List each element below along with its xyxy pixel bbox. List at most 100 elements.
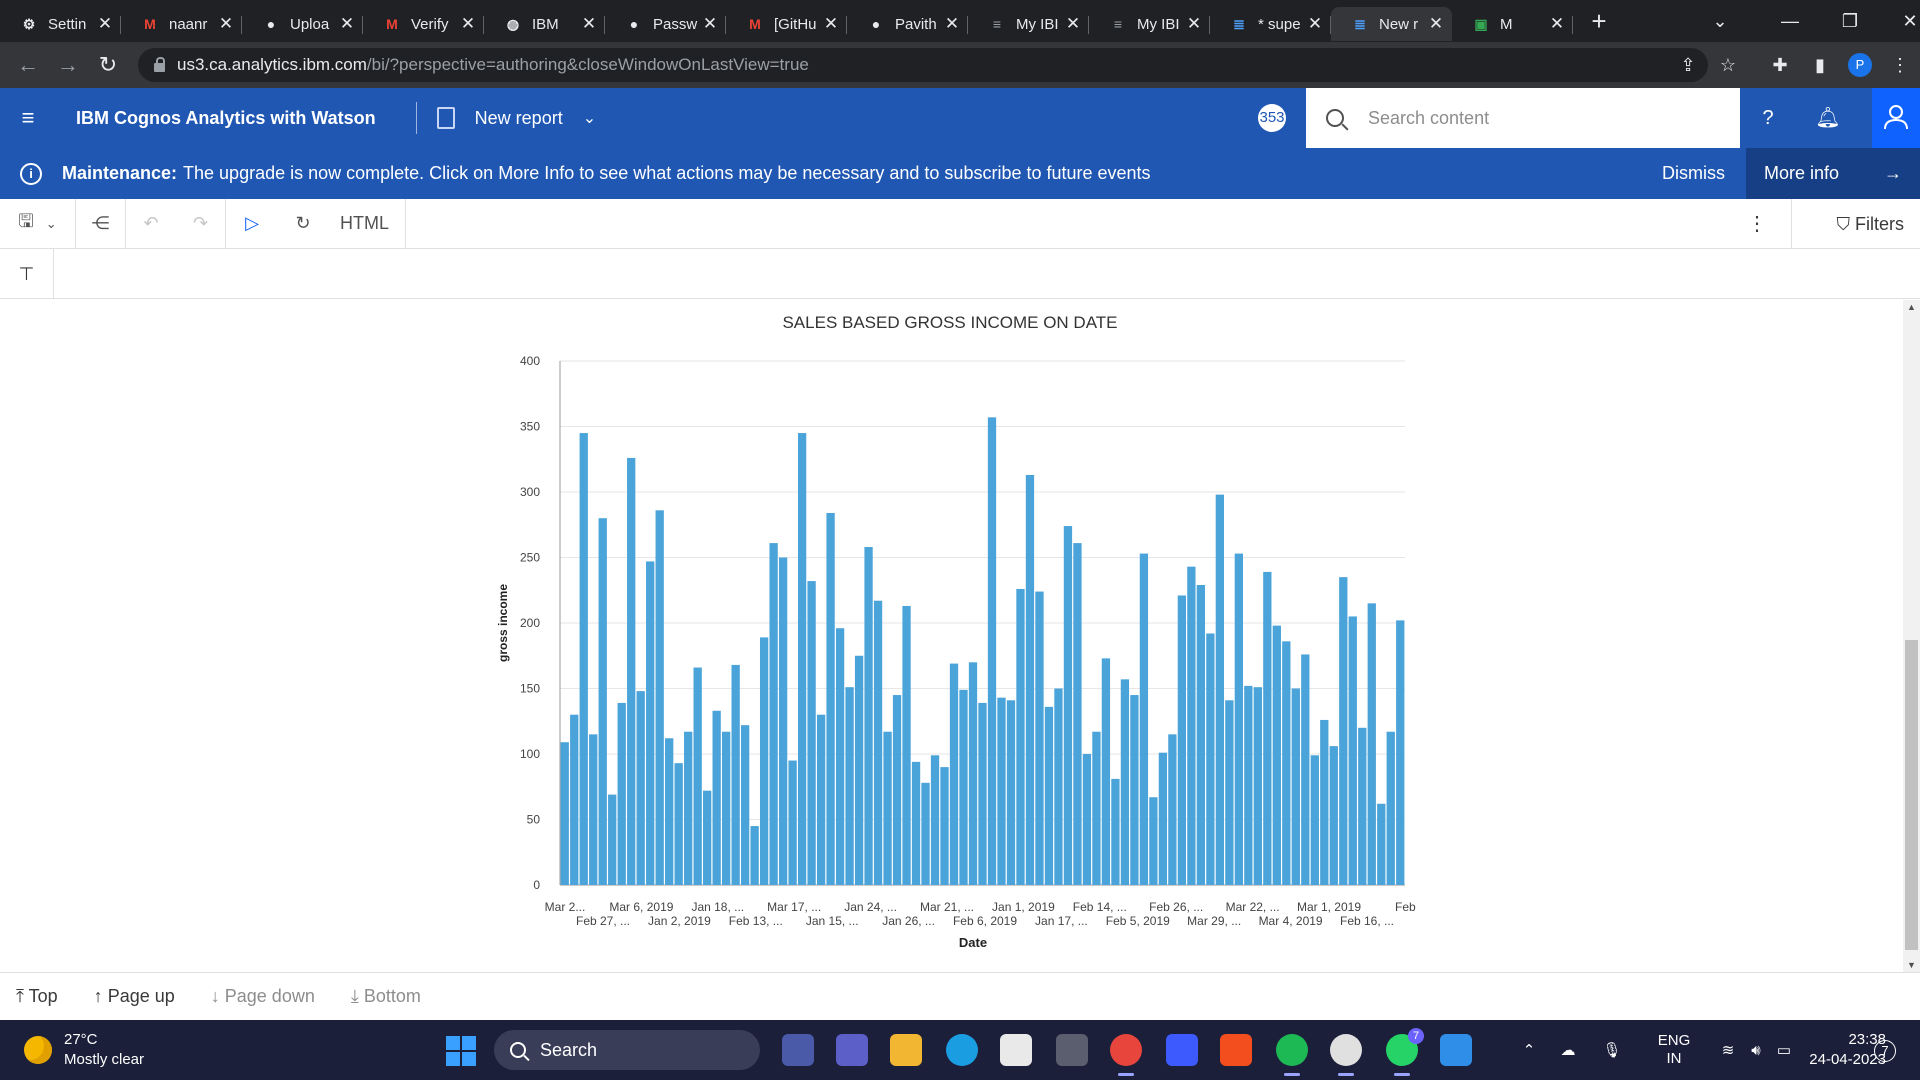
share-icon[interactable]: ⇪ — [1668, 55, 1708, 76]
bar[interactable] — [589, 734, 598, 885]
close-tab-icon[interactable]: ✕ — [1428, 14, 1444, 34]
browser-tab[interactable]: ◍ IBM ✕ — [484, 7, 605, 41]
close-tab-icon[interactable]: ✕ — [460, 14, 476, 34]
clock[interactable]: 23:38 24-04-2023 — [1786, 1030, 1886, 1070]
bar[interactable] — [1063, 526, 1073, 885]
spotify-icon[interactable] — [1276, 1034, 1308, 1076]
bar[interactable] — [1016, 588, 1025, 885]
bar[interactable] — [1244, 685, 1253, 885]
taskbar-search[interactable]: Search — [494, 1030, 760, 1070]
close-tab-icon[interactable]: ✕ — [339, 14, 355, 34]
close-tab-icon[interactable]: ✕ — [702, 14, 718, 34]
bar[interactable] — [693, 667, 702, 885]
bar[interactable] — [570, 714, 579, 885]
onedrive-icon[interactable]: ☁ — [1546, 1041, 1590, 1059]
bar[interactable] — [1149, 797, 1158, 885]
close-window-icon[interactable]: ✕ — [1880, 11, 1920, 32]
bar[interactable] — [1396, 620, 1405, 885]
bar[interactable] — [940, 767, 949, 885]
browser-tab[interactable]: Mnaanr ✕ — [121, 7, 242, 41]
chrome-icon[interactable] — [1110, 1034, 1142, 1076]
bar[interactable] — [892, 695, 902, 885]
scroll-up-arrow-icon[interactable]: ▲ — [1903, 302, 1920, 312]
close-tab-icon[interactable]: ✕ — [823, 14, 839, 34]
scroll-down-arrow-icon[interactable]: ▼ — [1903, 960, 1920, 970]
bar[interactable] — [598, 518, 607, 885]
bar[interactable] — [684, 731, 693, 885]
page-down-button[interactable]: ↓ Page down — [211, 986, 315, 1007]
bar[interactable] — [1054, 688, 1063, 886]
bar[interactable] — [1006, 700, 1016, 885]
browser-tab[interactable]: ▣ M ✕ — [1452, 7, 1573, 41]
bar[interactable] — [1225, 700, 1234, 885]
whatsapp-icon[interactable]: 7 — [1386, 1028, 1424, 1076]
top-button[interactable]: ⤒ Top — [16, 986, 58, 1007]
bar[interactable] — [1291, 688, 1300, 886]
ai-app-icon[interactable] — [1166, 1034, 1198, 1066]
chevron-up-icon[interactable]: ⌃ — [1512, 1041, 1546, 1059]
close-tab-icon[interactable]: ✕ — [218, 14, 234, 34]
report-title[interactable]: New report — [475, 108, 563, 129]
bar[interactable] — [864, 547, 873, 885]
close-tab-icon[interactable]: ✕ — [1549, 14, 1565, 34]
bar[interactable] — [579, 433, 588, 885]
bar[interactable] — [1044, 706, 1054, 885]
user-profile-button[interactable] — [1872, 88, 1920, 148]
bar[interactable] — [627, 457, 636, 885]
wifi-icon[interactable]: ≋ — [1714, 1041, 1742, 1059]
bar[interactable] — [1215, 494, 1224, 885]
bar[interactable] — [788, 760, 797, 885]
browser-tab[interactable]: ≣ * supe ✕ — [1210, 7, 1331, 41]
bar[interactable] — [826, 512, 835, 885]
bar[interactable] — [1025, 474, 1035, 885]
bar[interactable] — [835, 628, 845, 885]
page-up-button[interactable]: ↑ Page up — [94, 986, 175, 1007]
save-button[interactable]: 🖫 ⌄ — [0, 198, 76, 249]
bar[interactable] — [560, 742, 569, 885]
bar[interactable] — [997, 697, 1006, 885]
close-tab-icon[interactable]: ✕ — [944, 14, 960, 34]
browser-tab[interactable]: ● Passw ✕ — [605, 7, 726, 41]
bar[interactable] — [1111, 778, 1120, 885]
bar[interactable] — [722, 731, 731, 885]
bar[interactable] — [1101, 658, 1111, 885]
bar[interactable] — [1329, 746, 1338, 885]
bar[interactable] — [949, 663, 959, 885]
photos-icon[interactable] — [1440, 1034, 1472, 1066]
share-button[interactable]: ⋲ — [76, 198, 126, 249]
bar[interactable] — [712, 710, 721, 885]
bar[interactable] — [1168, 734, 1177, 885]
bar[interactable] — [1206, 633, 1215, 885]
task-view-icon[interactable] — [782, 1034, 814, 1066]
bar[interactable] — [1263, 571, 1272, 885]
scrollbar-thumb[interactable] — [1905, 640, 1918, 950]
bar[interactable] — [1139, 553, 1149, 885]
new-tab-button[interactable]: + — [1579, 6, 1619, 37]
run-button[interactable]: ▷ — [226, 199, 278, 249]
extensions-icon[interactable]: ✚ — [1760, 55, 1800, 76]
file-explorer-icon[interactable] — [890, 1034, 922, 1066]
bar[interactable] — [921, 782, 930, 885]
bar[interactable] — [1272, 625, 1281, 885]
bar[interactable] — [1339, 577, 1348, 885]
profile-avatar[interactable]: P — [1848, 53, 1872, 77]
bar[interactable] — [1120, 679, 1130, 885]
bar[interactable] — [608, 794, 617, 885]
close-tab-icon[interactable]: ✕ — [1065, 14, 1081, 34]
bar[interactable] — [845, 687, 854, 885]
browser-tab[interactable]: ● Pavith ✕ — [847, 7, 968, 41]
bar[interactable] — [1358, 727, 1367, 885]
bar[interactable] — [1367, 603, 1376, 885]
teams-chat-icon[interactable] — [836, 1034, 868, 1066]
bar[interactable] — [1386, 731, 1395, 885]
notification-count[interactable]: 7 — [1874, 1040, 1896, 1062]
bar[interactable] — [1348, 616, 1357, 885]
bar[interactable] — [978, 702, 987, 885]
bar[interactable] — [873, 600, 883, 885]
bar[interactable] — [1282, 641, 1291, 885]
undo-button[interactable]: ↶ — [126, 199, 176, 249]
bar[interactable] — [807, 581, 816, 885]
bar[interactable] — [959, 689, 968, 885]
back-icon[interactable]: ← — [8, 52, 48, 78]
bar[interactable] — [1234, 553, 1243, 885]
